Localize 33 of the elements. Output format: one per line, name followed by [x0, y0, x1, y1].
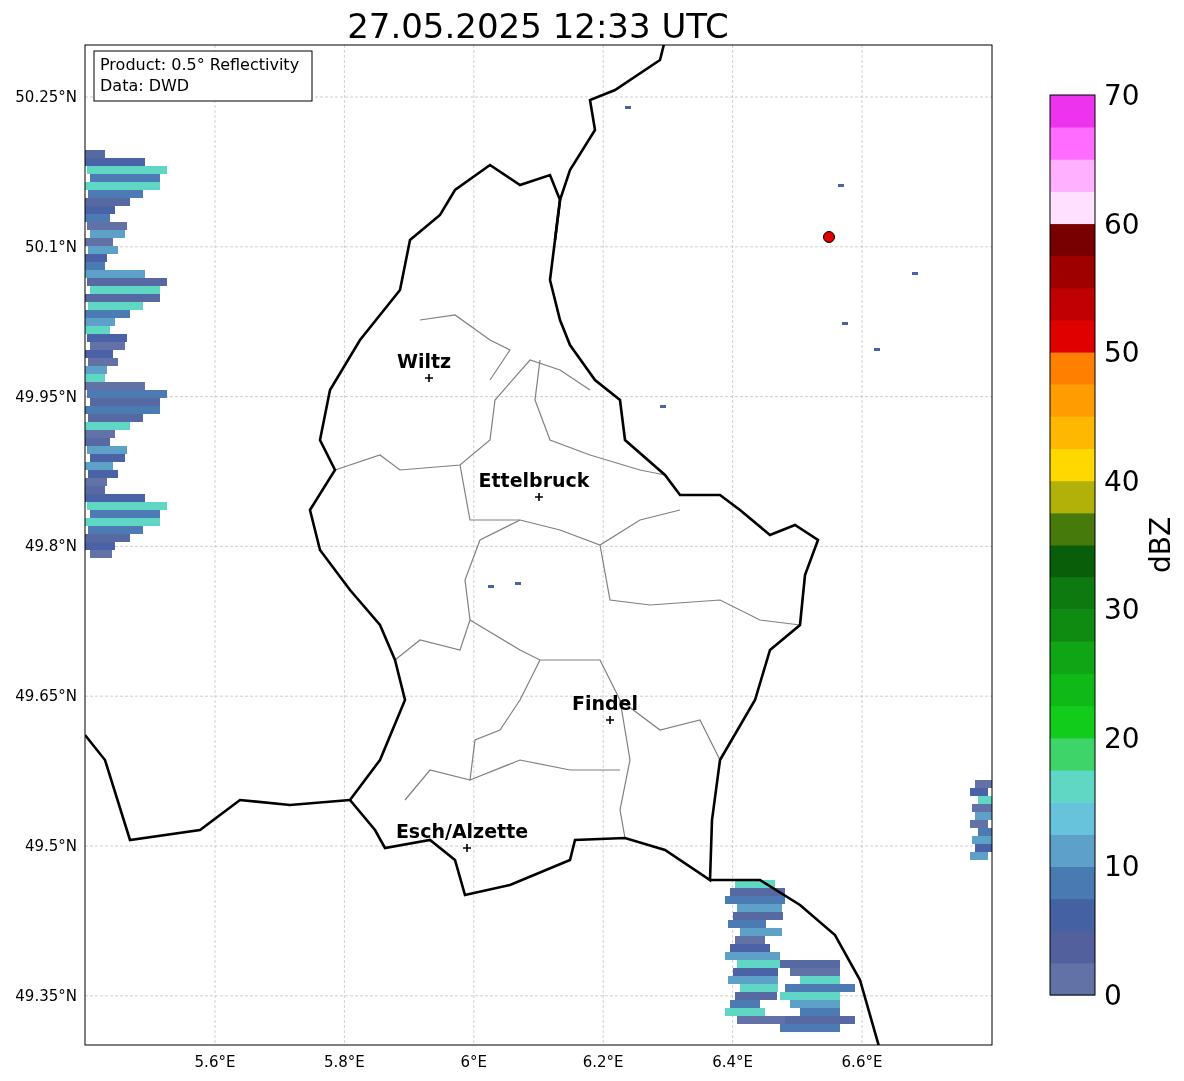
colorbar-tick-label: 20 — [1104, 721, 1140, 755]
colorbar-tick-label: 60 — [1104, 207, 1140, 241]
longitude-tick-label: 6.6°E — [841, 1053, 883, 1071]
latitude-tick-label: 50.1°N — [24, 237, 77, 256]
colorbar-label: dBZ — [1144, 516, 1177, 574]
latitude-tick-label: 49.5°N — [24, 837, 77, 855]
longitude-tick-label: 6°E — [460, 1053, 488, 1071]
city-label: Ettelbruck — [478, 469, 590, 491]
chart-title: 27.05.2025 12:33 UTC — [347, 6, 729, 46]
longitude-tick-label: 6.2°E — [582, 1053, 624, 1071]
colorbar-tick-label: 40 — [1104, 464, 1140, 498]
colorbar-tick-label: 70 — [1104, 79, 1140, 112]
longitude-tick-label: 5.6°E — [194, 1053, 236, 1071]
city-marker-icon — [424, 373, 434, 383]
city-label: Wiltz — [396, 350, 452, 372]
colorbar-tick-label: 50 — [1104, 336, 1140, 370]
latitude-tick-label: 49.8°N — [24, 537, 77, 556]
city-marker-icon — [462, 843, 472, 853]
colorbar-tick-label: 0 — [1104, 979, 1122, 1012]
colorbar-tick-label: 10 — [1104, 850, 1140, 884]
latitude-tick-label: 49.95°N — [15, 387, 77, 406]
city-label: Esch/Alzette — [395, 820, 529, 842]
city-label: Findel — [572, 692, 638, 714]
colorbar-tick-label: 30 — [1104, 593, 1140, 627]
info-text: Product: 0.5° Reflectivity — [100, 55, 300, 74]
latitude-tick-label: 50.25°N — [15, 88, 77, 106]
info-text: Data: DWD — [100, 76, 190, 95]
latitude-tick-label: 49.65°N — [15, 687, 77, 706]
longitude-tick-label: 5.8°E — [324, 1053, 365, 1071]
latitude-tick-label: 49.35°N — [15, 986, 77, 1005]
city-marker-icon — [605, 715, 615, 725]
city-marker-icon — [534, 492, 544, 502]
longitude-tick-label: 6.4°E — [712, 1053, 753, 1071]
